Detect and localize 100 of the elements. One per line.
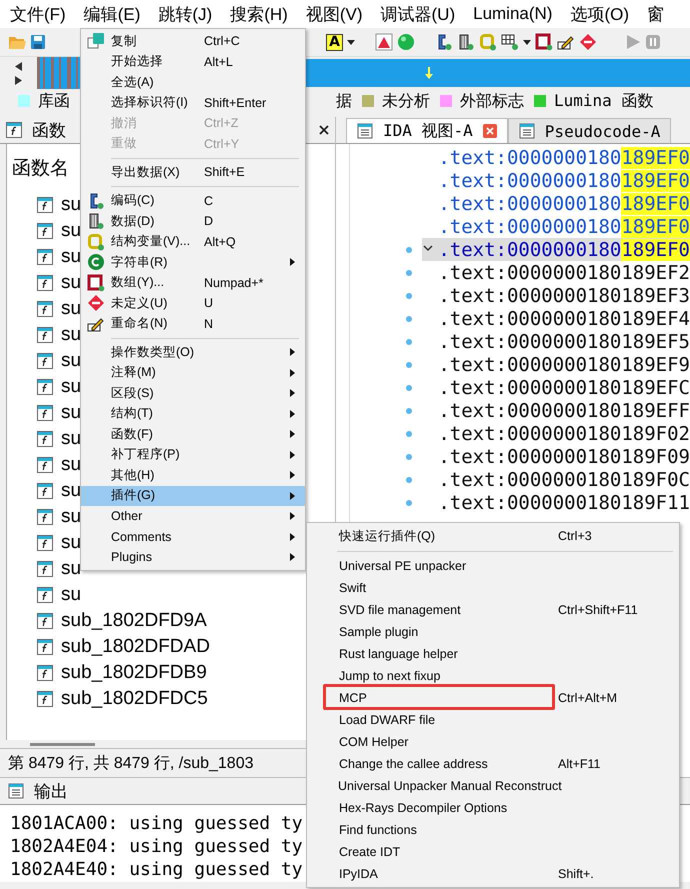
- save-icon[interactable]: [30, 34, 46, 50]
- left-arrow-icon[interactable]: [15, 62, 22, 70]
- menu-item[interactable]: IPyIDA Shift+.: [307, 863, 679, 885]
- menu-title[interactable]: 调试器(U): [370, 2, 464, 26]
- menu-item[interactable]: 其他(H): [81, 465, 305, 486]
- menu-item[interactable]: 插件(G): [81, 486, 305, 506]
- menu-item[interactable]: Other: [81, 506, 305, 526]
- menu-item[interactable]: COM Helper: [307, 731, 679, 753]
- menu-item[interactable]: Load DWARF file: [307, 709, 679, 731]
- menu-item[interactable]: 全选(A): [81, 72, 305, 92]
- menu-item[interactable]: 补丁程序(P): [81, 444, 305, 465]
- menu-item[interactable]: 结构(T): [81, 404, 305, 424]
- column-header[interactable]: 函数名: [12, 155, 69, 181]
- code-line[interactable]: .text:0000000180189EF2: [422, 261, 690, 284]
- code-line[interactable]: .text:0000000180189EF0: [422, 146, 690, 169]
- function-name[interactable]: su: [61, 480, 82, 502]
- caret-icon[interactable]: [347, 40, 355, 44]
- menu-item[interactable]: 编码(C) C: [81, 190, 305, 211]
- function-name[interactable]: su: [61, 428, 82, 450]
- menu-title[interactable]: 搜索(H): [220, 2, 296, 26]
- code-line[interactable]: .text:0000000180189EF4: [422, 307, 690, 330]
- menu-title[interactable]: 选项(O): [560, 2, 638, 26]
- menu-item[interactable]: 导出数据(X) Shift+E: [81, 162, 305, 182]
- code-line[interactable]: .text:0000000180189F0C: [422, 468, 690, 491]
- menu-item[interactable]: 重命名(N) N: [81, 314, 305, 334]
- function-name[interactable]: su: [61, 350, 82, 372]
- menu-item[interactable]: Find functions: [307, 819, 679, 841]
- menu-item[interactable]: 复制 Ctrl+C: [81, 31, 305, 52]
- menu-item[interactable]: 未定义(U) U: [81, 293, 305, 314]
- code-line[interactable]: .text:0000000180189EFC: [422, 376, 690, 399]
- menu-item[interactable]: Universal Unpacker Manual Reconstruct: [307, 775, 679, 797]
- function-name[interactable]: su: [61, 220, 82, 242]
- function-icon: [37, 405, 53, 421]
- menu-item[interactable]: 结构变量(V)... Alt+Q: [81, 232, 305, 252]
- menu-item[interactable]: 区段(S): [81, 383, 305, 404]
- menu-item[interactable]: Change the callee address Alt+F11: [307, 753, 679, 775]
- menu-item[interactable]: Plugins: [81, 547, 305, 568]
- scrollbar-thumb[interactable]: [30, 742, 95, 746]
- menu-title[interactable]: 文件(F): [0, 2, 74, 26]
- caret-icon[interactable]: [523, 40, 531, 44]
- right-arrow-icon[interactable]: [15, 76, 22, 84]
- code-line[interactable]: .text:0000000180189F09: [422, 445, 690, 468]
- overview-strip: [37, 57, 80, 89]
- function-name[interactable]: sub_1802DFDC5: [61, 688, 208, 710]
- menu-title[interactable]: 跳转(J): [148, 2, 220, 26]
- text-button[interactable]: A: [326, 34, 343, 50]
- chevron-icon[interactable]: [423, 245, 434, 252]
- code-line[interactable]: .text:0000000180189F02: [422, 422, 690, 445]
- menu-item[interactable]: 开始选择 Alt+L: [81, 52, 305, 72]
- function-name[interactable]: su: [61, 272, 82, 294]
- function-name[interactable]: su: [61, 194, 82, 216]
- function-name[interactable]: su: [61, 376, 82, 398]
- tab[interactable]: IDA 视图-A: [346, 118, 508, 143]
- function-name[interactable]: su: [61, 558, 82, 580]
- menu-item[interactable]: MCP Ctrl+Alt+M: [307, 687, 679, 709]
- menu-item[interactable]: 函数(F): [81, 424, 305, 444]
- menu-item[interactable]: Universal PE unpacker: [307, 555, 679, 577]
- menu-item[interactable]: SVD file management Ctrl+Shift+F11: [307, 599, 679, 621]
- menu-item[interactable]: Comments: [81, 526, 305, 547]
- tab[interactable]: Pseudocode-A: [508, 118, 672, 143]
- function-name[interactable]: sub_1802DFDB9: [61, 662, 207, 684]
- menu-title[interactable]: 编辑(E): [74, 2, 148, 26]
- function-name[interactable]: sub_1802DFD9A: [61, 610, 207, 632]
- menu-item[interactable]: 快速运行插件(Q) Ctrl+3: [307, 525, 679, 547]
- menu-item[interactable]: 选择标识符(I) Shift+Enter: [81, 92, 305, 113]
- menu-item[interactable]: Jump to next fixup: [307, 665, 679, 687]
- code-line[interactable]: .text:0000000180189EF5: [422, 330, 690, 353]
- function-name[interactable]: su: [61, 584, 82, 606]
- function-name[interactable]: su: [61, 506, 82, 528]
- code-line[interactable]: .text:0000000180189EF0: [422, 192, 690, 215]
- function-name[interactable]: su: [61, 402, 82, 424]
- code-line[interactable]: .text:0000000180189EFF: [422, 399, 690, 422]
- grid-plus-icon[interactable]: [501, 33, 519, 51]
- menu-item[interactable]: 数据(D) D: [81, 211, 305, 232]
- code-line[interactable]: .text:0000000180189EF3: [422, 284, 690, 307]
- function-name[interactable]: su: [61, 454, 82, 476]
- menu-item[interactable]: 操作数类型(O): [81, 342, 305, 362]
- menu-item[interactable]: 注释(M): [81, 362, 305, 383]
- menu-item[interactable]: 数组(Y)... Numpad+*: [81, 272, 305, 293]
- menu-item[interactable]: Hex-Rays Decompiler Options: [307, 797, 679, 819]
- menu-item[interactable]: Sample plugin: [307, 621, 679, 643]
- function-name[interactable]: sub_1802DFDAD: [61, 636, 210, 658]
- menu-item[interactable]: Rust language helper: [307, 643, 679, 665]
- function-name[interactable]: su: [61, 532, 82, 554]
- menu-title[interactable]: Lumina(N): [463, 4, 560, 24]
- code-line[interactable]: .text:0000000180189EF0: [422, 169, 690, 192]
- menu-item[interactable]: Swift: [307, 577, 679, 599]
- code-line[interactable]: .text:0000000180189EF9: [422, 353, 690, 376]
- close-icon[interactable]: [319, 125, 329, 135]
- function-icon: [37, 197, 53, 213]
- menu-title[interactable]: 窗: [637, 2, 672, 26]
- code-line[interactable]: .text:0000000180189EF0: [422, 215, 690, 238]
- function-name[interactable]: su: [61, 324, 82, 346]
- function-icon: [37, 587, 53, 603]
- function-name[interactable]: su: [61, 246, 82, 268]
- menu-item[interactable]: 字符串(R): [81, 252, 305, 272]
- menu-item[interactable]: Create IDT: [307, 841, 679, 863]
- function-name[interactable]: su: [61, 298, 82, 320]
- code-line[interactable]: .text:0000000180189F11: [422, 491, 690, 514]
- menu-title[interactable]: 视图(V): [296, 2, 370, 26]
